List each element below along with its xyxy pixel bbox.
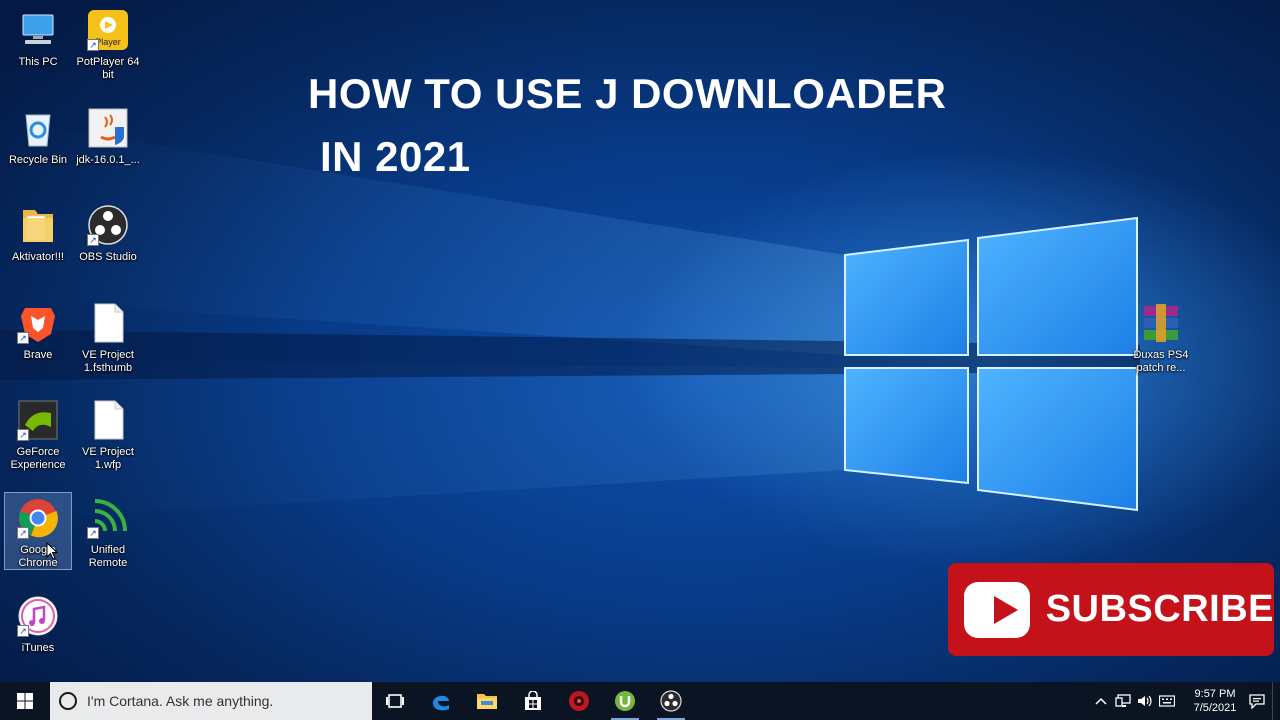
show-desktop-button[interactable] [1272, 682, 1280, 720]
obs-icon [660, 690, 682, 712]
itunes-icon: ↗ [17, 595, 59, 637]
tray-keyboard-button[interactable] [1156, 682, 1178, 720]
taskbar-edge[interactable] [418, 682, 464, 720]
icon-label: Google Chrome [18, 544, 58, 569]
file-icon [87, 399, 129, 441]
cortana-search-box[interactable]: I'm Cortana. Ask me anything. [50, 682, 372, 720]
store-icon [525, 691, 541, 710]
svg-text:Player: Player [95, 37, 121, 47]
task-view-button[interactable] [372, 682, 418, 720]
desktop-icon-aktivator[interactable]: Aktivator!!! [4, 199, 72, 277]
cortana-icon [59, 692, 77, 710]
desktop-icon-jdk[interactable]: jdk-16.0.1_... [74, 102, 142, 180]
title-line-2: IN 2021 [320, 133, 471, 180]
video-title: HOW TO USE J DOWNLOADER IN 2021 [308, 62, 946, 188]
java-installer-icon [87, 107, 129, 149]
chevron-up-icon [1095, 697, 1107, 705]
volume-icon [1138, 695, 1152, 707]
desktop-icon-obs-studio[interactable]: ↗ OBS Studio [74, 199, 142, 277]
icon-label: VE Project 1.wfp [82, 446, 134, 471]
desktop-icon-duxas-ps4-patch[interactable]: Duxas PS4 patch re... [1127, 297, 1195, 375]
obs-icon: ↗ [87, 204, 129, 246]
icon-label: This PC [18, 56, 58, 68]
brave-icon: ↗ [17, 302, 59, 344]
taskbar-file-explorer[interactable] [464, 682, 510, 720]
desktop-icon-this-pc[interactable]: This PC [4, 4, 72, 82]
task-view-icon [386, 694, 404, 708]
utorrent-icon [615, 691, 635, 711]
winrar-icon [1140, 302, 1182, 344]
desktop-icon-potplayer[interactable]: Player ↗ PotPlayer 64 bit [74, 4, 142, 82]
windows-start-icon [17, 693, 33, 709]
folder-icon [17, 204, 59, 246]
icon-label: Recycle Bin [8, 154, 68, 166]
icon-label: OBS Studio [79, 251, 137, 263]
shortcut-arrow-icon: ↗ [87, 234, 99, 246]
mouse-cursor-icon [46, 542, 58, 560]
icon-label: Aktivator!!! [12, 251, 64, 263]
taskbar-store[interactable] [510, 682, 556, 720]
desktop-icon-ve-project-fsthumb[interactable]: VE Project 1.fsthumb [74, 297, 142, 375]
desktop-icon-itunes[interactable]: ↗ iTunes [4, 590, 72, 668]
geforce-icon: ↗ [17, 399, 59, 441]
desktop-icon-recycle-bin[interactable]: Recycle Bin [4, 102, 72, 180]
action-center-button[interactable] [1246, 682, 1268, 720]
subscribe-button[interactable]: SUBSCRIBE [948, 563, 1274, 656]
taskbar-red-app[interactable] [556, 682, 602, 720]
clock-date: 7/5/2021 [1193, 702, 1237, 714]
icon-label: Duxas PS4 patch re... [1133, 349, 1189, 374]
start-button[interactable] [0, 682, 50, 720]
tray-overflow-button[interactable] [1090, 682, 1112, 720]
taskbar-obs[interactable] [648, 682, 694, 720]
desktop-icon-google-chrome[interactable]: ↗ Google Chrome [4, 492, 72, 570]
recycle-bin-icon [17, 107, 59, 149]
shortcut-arrow-icon: ↗ [17, 625, 29, 637]
icon-label: Unified Remote [88, 544, 128, 569]
subscribe-label: SUBSCRIBE [1045, 588, 1274, 630]
desktop-icon-unified-remote[interactable]: ↗ Unified Remote [74, 492, 142, 570]
chrome-icon: ↗ [17, 497, 59, 539]
icon-label: Brave [23, 349, 53, 361]
taskbar-utorrent[interactable] [602, 682, 648, 720]
desktop-icon-geforce-experience[interactable]: ↗ GeForce Experience [4, 394, 72, 472]
tray-network-button[interactable] [1112, 682, 1134, 720]
taskbar-clock[interactable]: 9:57 PM 7/5/2021 [1184, 687, 1246, 715]
edge-icon [433, 695, 449, 711]
shortcut-arrow-icon: ↗ [17, 429, 29, 441]
shortcut-arrow-icon: ↗ [87, 527, 99, 539]
file-icon [87, 302, 129, 344]
tray-volume-button[interactable] [1134, 682, 1156, 720]
taskbar: I'm Cortana. Ask me anything. 9:57 PM 7/… [0, 682, 1280, 720]
icon-label: GeForce Experience [10, 446, 66, 471]
shortcut-arrow-icon: ↗ [87, 39, 99, 51]
desktop: This PC Player ↗ PotPlayer 64 bit Recycl… [0, 0, 1280, 682]
potplayer-icon: Player ↗ [87, 9, 129, 51]
shortcut-arrow-icon: ↗ [17, 527, 29, 539]
keyboard-icon [1159, 695, 1175, 707]
title-line-1: HOW TO USE J DOWNLOADER [308, 70, 947, 117]
file-explorer-icon [477, 694, 497, 709]
desktop-icon-brave[interactable]: ↗ Brave [4, 297, 72, 375]
search-placeholder: I'm Cortana. Ask me anything. [87, 693, 274, 709]
clock-time: 9:57 PM [1194, 688, 1236, 700]
icon-label: VE Project 1.fsthumb [82, 349, 134, 374]
desktop-icon-ve-project-wfp[interactable]: VE Project 1.wfp [74, 394, 142, 472]
unified-remote-icon: ↗ [87, 497, 129, 539]
icon-label: jdk-16.0.1_... [76, 154, 140, 166]
red-app-icon [569, 691, 589, 711]
icon-label: PotPlayer 64 bit [76, 56, 140, 81]
this-pc-icon [17, 9, 59, 51]
notification-icon [1249, 693, 1265, 709]
system-tray: 9:57 PM 7/5/2021 [1090, 682, 1280, 720]
youtube-play-icon [964, 581, 1030, 638]
icon-label: iTunes [21, 642, 55, 654]
shortcut-arrow-icon: ↗ [17, 332, 29, 344]
network-icon [1115, 694, 1131, 707]
